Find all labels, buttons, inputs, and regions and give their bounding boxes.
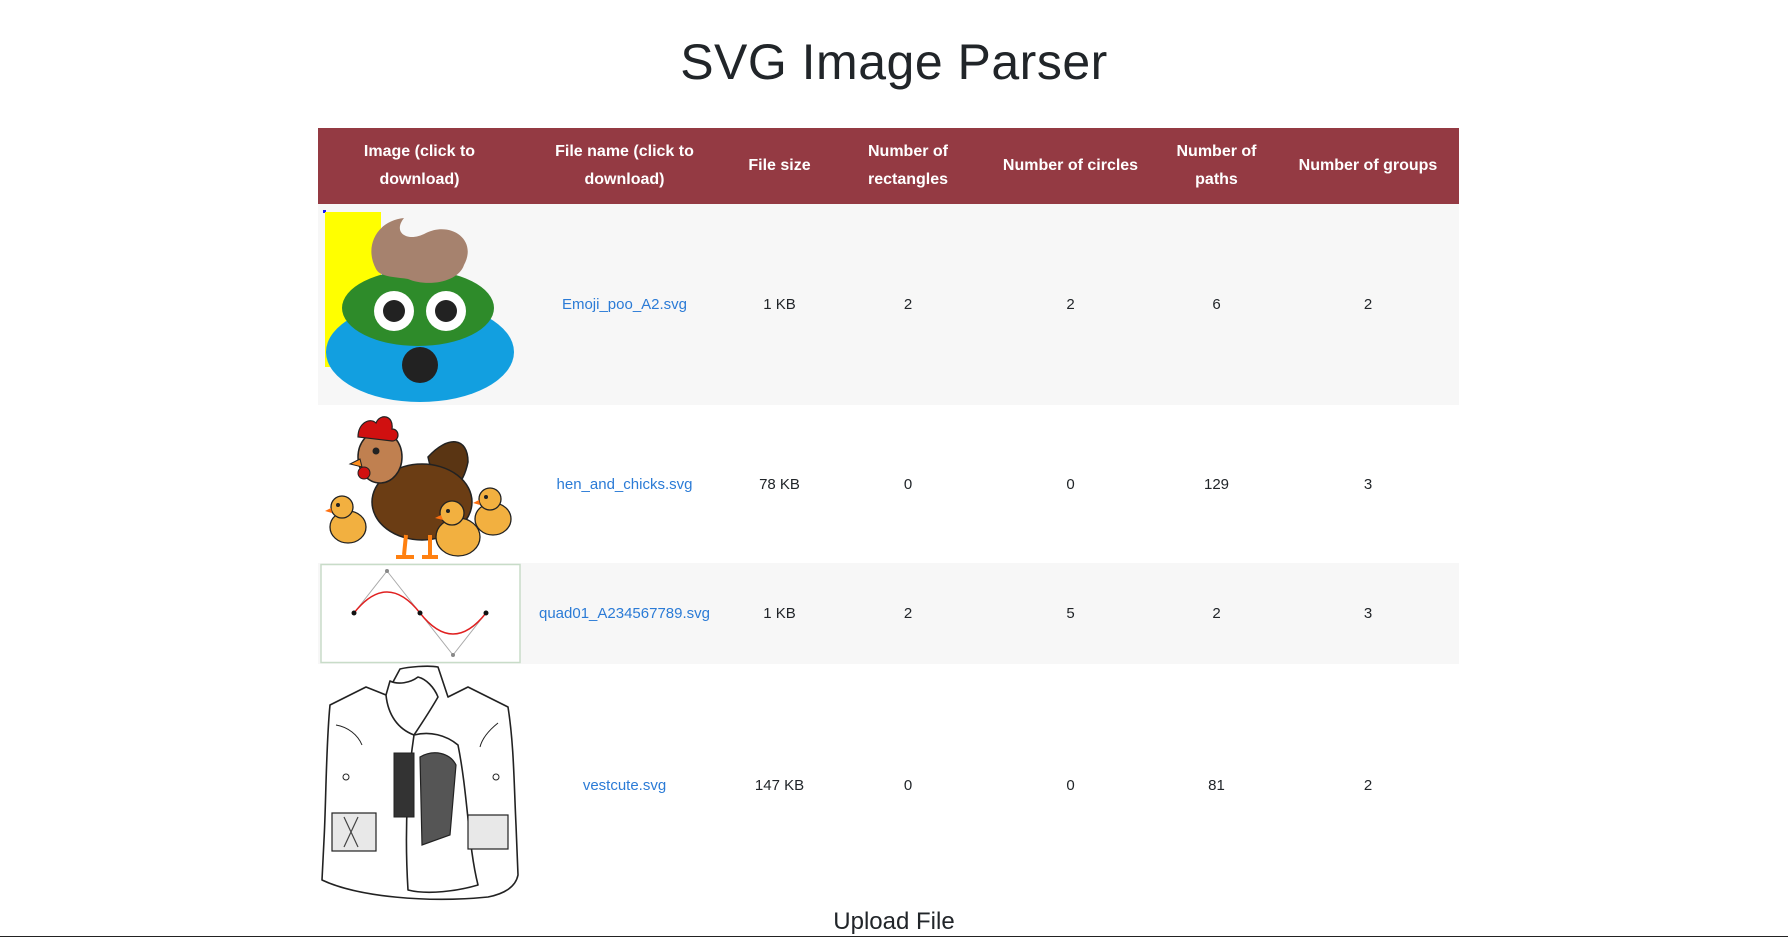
groups-count: 3 [1277,405,1459,563]
file-size-cell: 147 KB [728,664,831,906]
image-cell [318,664,521,906]
column-header-file-size: File size [728,128,831,204]
table-row: vestcute.svg 147 KB 0 0 81 2 [318,664,1459,906]
paths-count: 2 [1156,563,1277,664]
file-name-cell: vestcute.svg [521,664,728,906]
column-header-circles: Number of circles [985,128,1156,204]
table-row: hen_and_chicks.svg 78 KB 0 0 129 3 [318,405,1459,563]
file-link[interactable]: Emoji_poo_A2.svg [562,296,687,313]
image-cell [318,563,521,664]
file-size-cell: 1 KB [728,204,831,405]
paths-count: 6 [1156,204,1277,405]
column-header-file-name: File name (click to download) [521,128,728,204]
file-size-cell: 1 KB [728,563,831,664]
table-row: Emoji_poo_A2.svg 1 KB 2 2 6 2 [318,204,1459,405]
rectangles-count: 0 [831,405,985,563]
page-title: SVG Image Parser [680,34,1108,90]
paths-count: 129 [1156,405,1277,563]
column-header-rectangles: Number of rectangles [831,128,985,204]
file-name-cell: quad01_A234567789.svg [521,563,728,664]
file-name-cell: hen_and_chicks.svg [521,405,728,563]
groups-count: 3 [1277,563,1459,664]
vest-thumbnail[interactable] [318,665,521,905]
rectangles-count: 0 [831,664,985,906]
circles-count: 0 [985,664,1156,906]
quadratic-curve-thumbnail[interactable] [318,563,521,664]
groups-count: 2 [1277,204,1459,405]
circles-count: 5 [985,563,1156,664]
page: SVG Image Parser Image (click to downloa… [0,0,1788,937]
rectangles-count: 2 [831,563,985,664]
hen-and-chicks-thumbnail[interactable] [318,407,521,562]
table-header-row: Image (click to download) File name (cli… [318,128,1459,204]
paths-count: 81 [1156,664,1277,906]
groups-count: 2 [1277,664,1459,906]
circles-count: 0 [985,405,1156,563]
table-row: quad01_A234567789.svg 1 KB 2 5 2 3 [318,563,1459,664]
column-header-paths: Number of paths [1156,128,1277,204]
emoji-poo-thumbnail[interactable] [318,207,521,403]
file-link[interactable]: hen_and_chicks.svg [557,476,693,493]
image-cell [318,204,521,405]
rectangles-count: 2 [831,204,985,405]
upload-file-heading: Upload File [833,908,955,935]
file-link[interactable]: vestcute.svg [583,777,666,794]
image-cell [318,405,521,563]
file-link[interactable]: quad01_A234567789.svg [539,605,710,622]
circles-count: 2 [985,204,1156,405]
file-log-table: Image (click to download) File name (cli… [318,128,1459,906]
file-name-cell: Emoji_poo_A2.svg [521,204,728,405]
file-size-cell: 78 KB [728,405,831,563]
column-header-image: Image (click to download) [318,128,521,204]
column-header-groups: Number of groups [1277,128,1459,204]
